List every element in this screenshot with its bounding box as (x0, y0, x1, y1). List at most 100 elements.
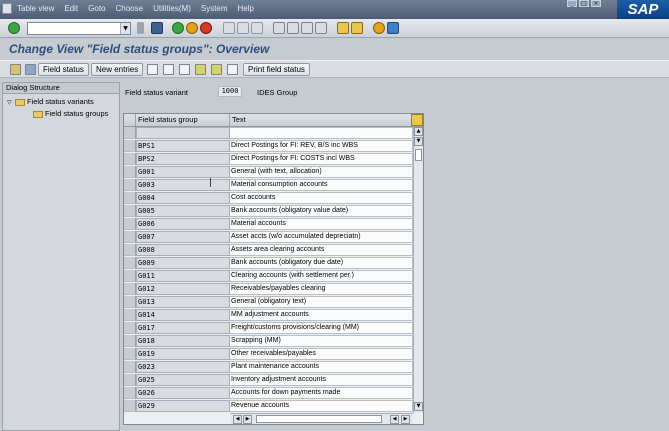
cancel-icon[interactable] (200, 22, 212, 34)
field-status-group-cell[interactable]: G006 (136, 218, 230, 230)
table-row[interactable]: G005 Bank accounts (obligatory value date… (124, 205, 413, 218)
menu-item-help[interactable]: Help (238, 4, 254, 13)
field-status-group-cell[interactable]: G012 (136, 283, 230, 295)
close-icon[interactable]: × (591, 0, 601, 7)
row-selector[interactable] (124, 205, 136, 217)
field-status-group-cell[interactable]: G014 (136, 309, 230, 321)
row-selector[interactable] (124, 361, 136, 373)
text-cell[interactable]: Material accounts (230, 218, 413, 230)
tree-expand-icon[interactable]: ▽ (7, 99, 15, 106)
menu-item-goto[interactable]: Goto (88, 4, 105, 13)
field-status-group-cell[interactable]: G009 (136, 257, 230, 269)
field-status-button[interactable]: Field status (38, 63, 89, 76)
row-selector[interactable] (124, 283, 136, 295)
menu-item-utilities-m[interactable]: Utilities(M) (153, 4, 191, 13)
field-status-group-cell[interactable]: G004 (136, 192, 230, 204)
text-cell[interactable]: Accounts for down payments made (230, 387, 413, 399)
field-status-group-cell[interactable]: G003 (136, 179, 230, 191)
text-cell[interactable]: Asset accts (w/o accumulated depreciatn) (230, 231, 413, 243)
text-cell[interactable]: Inventory adjustment accounts (230, 374, 413, 386)
text-cell[interactable]: Plant maintenance accounts (230, 361, 413, 373)
row-selector[interactable] (124, 140, 136, 152)
field-status-group-cell[interactable]: G023 (136, 361, 230, 373)
field-status-group-cell[interactable]: G008 (136, 244, 230, 256)
row-selector[interactable] (124, 322, 136, 334)
field-status-group-cell[interactable]: G005 (136, 205, 230, 217)
table-row[interactable]: G017 Freight/customs provisions/clearing … (124, 322, 413, 335)
text-cell[interactable]: Other receivables/payables (230, 348, 413, 360)
text-cell[interactable]: Direct Postings for FI: REV, B/S inc WBS (230, 140, 413, 152)
row-selector[interactable] (124, 127, 136, 139)
row-selector[interactable] (124, 153, 136, 165)
table-settings-icon[interactable] (411, 114, 423, 126)
field-status-group-cell[interactable]: G029 (136, 400, 230, 412)
chevron-down-icon[interactable]: ▼ (120, 23, 130, 34)
table-row[interactable]: BPS2 Direct Postings for FI: COSTS incl W… (124, 153, 413, 166)
page-down-icon[interactable]: ▼ (414, 137, 423, 146)
help-icon[interactable] (373, 22, 385, 34)
next-page-icon[interactable] (301, 22, 313, 34)
select-all-rows[interactable] (124, 114, 136, 126)
table-row[interactable]: G011 Clearing accounts (with settlement p… (124, 270, 413, 283)
menu-item-choose[interactable]: Choose (116, 4, 144, 13)
maximize-icon[interactable]: □ (579, 0, 589, 7)
tree-node-field-status-variants[interactable]: ▽ Field status variants (7, 97, 94, 106)
text-cell[interactable]: MM adjustment accounts (230, 309, 413, 321)
back-icon[interactable] (172, 22, 184, 34)
text-cell[interactable]: Assets area clearing accounts (230, 244, 413, 256)
minimize-icon[interactable]: _ (567, 0, 577, 7)
text-cell[interactable]: Direct Postings for FI: COSTS incl WBS (230, 153, 413, 165)
scroll-down-icon[interactable]: ▼ (414, 402, 423, 411)
row-selector[interactable] (124, 257, 136, 269)
row-selector[interactable] (124, 179, 136, 191)
row-selector[interactable] (124, 374, 136, 386)
table-row[interactable]: G019 Other receivables/payables (124, 348, 413, 361)
select-block-icon[interactable] (211, 64, 222, 75)
table-row[interactable]: G004 Cost accounts (124, 192, 413, 205)
scroll-right-icon[interactable]: ▶ (243, 415, 252, 424)
deselect-all-icon[interactable] (227, 64, 238, 75)
delete-icon[interactable] (163, 64, 174, 75)
exit-icon[interactable] (186, 22, 198, 34)
row-selector[interactable] (124, 309, 136, 321)
table-row[interactable]: G029 Revenue accounts (124, 400, 413, 413)
text-cell[interactable]: Freight/customs provisions/clearing (MM) (230, 322, 413, 334)
field-status-group-cell[interactable]: G025 (136, 374, 230, 386)
text-cell[interactable]: Scrapping (MM) (230, 335, 413, 347)
row-selector[interactable] (124, 348, 136, 360)
layout-menu-icon[interactable] (387, 22, 399, 34)
scroll-left-icon[interactable]: ◀ (233, 415, 242, 424)
copy-icon[interactable] (147, 64, 158, 75)
row-selector[interactable] (124, 296, 136, 308)
table-row[interactable]: G001 General (with text, allocation) (124, 166, 413, 179)
system-menu-icon[interactable] (2, 3, 12, 14)
command-field[interactable]: ▼ (27, 22, 131, 35)
field-status-group-cell[interactable]: G017 (136, 322, 230, 334)
field-status-icon[interactable] (25, 64, 36, 75)
table-row[interactable]: G008 Assets area clearing accounts (124, 244, 413, 257)
enter-icon[interactable] (8, 22, 20, 34)
row-selector[interactable] (124, 400, 136, 412)
row-selector[interactable] (124, 218, 136, 230)
display-change-icon[interactable] (10, 64, 21, 75)
row-selector[interactable] (124, 244, 136, 256)
text-cell[interactable] (230, 127, 413, 139)
text-cell[interactable]: Receivables/payables clearing (230, 283, 413, 295)
row-selector[interactable] (124, 335, 136, 347)
text-cell[interactable]: Material consumption accounts (230, 179, 413, 191)
field-status-group-cell[interactable]: G018 (136, 335, 230, 347)
text-cell[interactable]: General (with text, allocation) (230, 166, 413, 178)
save-icon[interactable] (151, 22, 163, 34)
table-row[interactable]: G013 General (obligatory text) (124, 296, 413, 309)
table-row[interactable]: G025 Inventory adjustment accounts (124, 374, 413, 387)
last-page-icon[interactable] (315, 22, 327, 34)
table-row[interactable]: G018 Scrapping (MM) (124, 335, 413, 348)
row-selector[interactable] (124, 387, 136, 399)
table-row[interactable]: G003 Material consumption accounts (124, 179, 413, 192)
row-selector[interactable] (124, 192, 136, 204)
previous-page-icon[interactable] (287, 22, 299, 34)
find-next-icon[interactable] (251, 22, 263, 34)
find-icon[interactable] (237, 22, 249, 34)
table-row[interactable]: G026 Accounts for down payments made (124, 387, 413, 400)
field-status-group-cell[interactable]: BPS2 (136, 153, 230, 165)
